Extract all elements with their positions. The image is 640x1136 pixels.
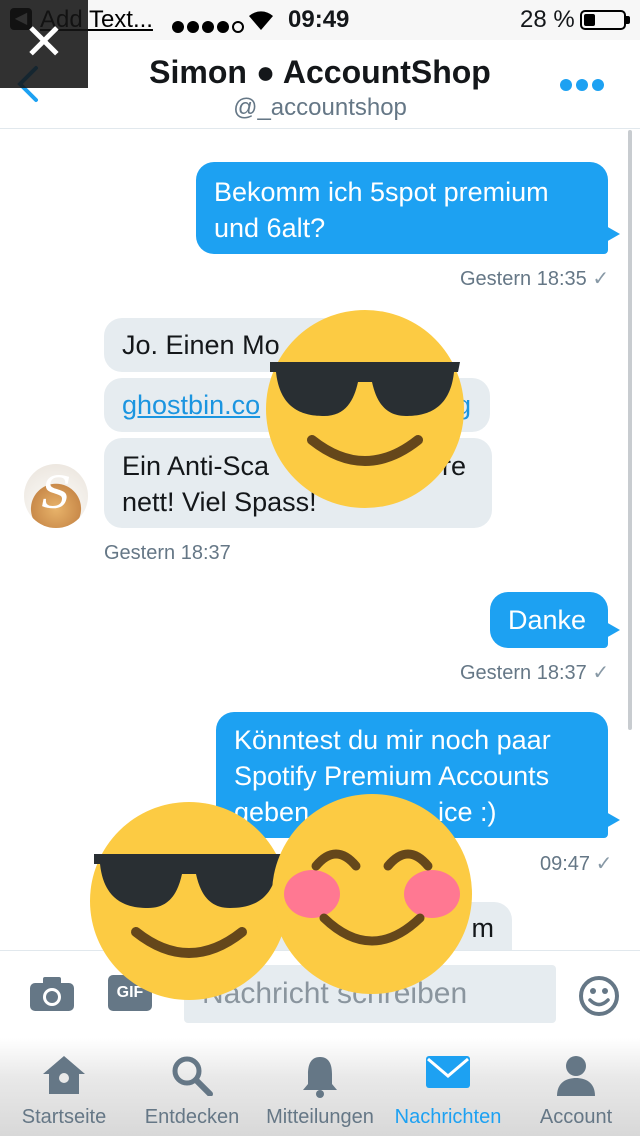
conversation-title: Simon ● AccountShop xyxy=(149,54,491,90)
camera-icon[interactable] xyxy=(30,977,74,1016)
read-check-icon: ✓ xyxy=(592,662,610,684)
scrollbar[interactable] xyxy=(628,130,632,730)
sunglasses-emoji-icon xyxy=(266,310,464,508)
read-check-icon: ✓ xyxy=(592,268,610,290)
message-text: Spotify Premium Accounts xyxy=(234,761,550,791)
status-time: 09:49 xyxy=(288,6,350,33)
message-timestamp: Gestern 18:37 xyxy=(104,542,231,564)
tab-label: Startseite xyxy=(21,1106,107,1128)
wifi-icon xyxy=(246,6,276,39)
message-timestamp: Gestern 18:37 ✓ xyxy=(460,662,610,684)
bell-icon xyxy=(300,1054,340,1103)
message-text: m xyxy=(471,913,495,943)
tab-notifications[interactable]: Mitteilungen xyxy=(256,1038,384,1136)
conversation-handle: @_accountshop xyxy=(233,94,407,121)
read-check-icon: ✓ xyxy=(595,853,613,875)
message-text: Jo. Einen Mo xyxy=(122,330,280,360)
avatar[interactable]: S xyxy=(24,464,88,528)
message-text: Bekomm ich 5spot premium xyxy=(214,177,549,207)
tab-label: Account xyxy=(539,1106,613,1128)
conversation-header: Simon ● AccountShop @_accountshop xyxy=(0,40,640,129)
envelope-icon xyxy=(425,1054,471,1095)
search-icon xyxy=(170,1054,214,1101)
home-icon xyxy=(41,1054,87,1101)
message-text: Danke xyxy=(508,605,587,635)
tab-label: Mitteilungen xyxy=(266,1106,374,1128)
message-text: und 6alt? xyxy=(214,213,326,243)
battery-tip xyxy=(626,16,630,24)
message-bubble-outgoing[interactable]: Bekomm ich 5spot premium und 6alt? xyxy=(196,162,608,254)
emoji-picker-icon[interactable] xyxy=(578,975,620,1022)
sunglasses-emoji-icon xyxy=(90,802,288,1000)
tab-account[interactable]: Account xyxy=(512,1038,640,1136)
person-icon xyxy=(555,1054,597,1103)
message-text: Ein Anti-Sca xyxy=(122,451,270,481)
message-bubble-outgoing[interactable]: Danke xyxy=(490,592,608,648)
battery-icon xyxy=(580,10,626,30)
message-link[interactable]: ghostbin.co xyxy=(122,390,260,420)
tab-home[interactable]: Startseite xyxy=(0,1038,128,1136)
tab-label: Entdecken xyxy=(144,1106,240,1128)
close-icon[interactable]: ✕ xyxy=(0,0,88,88)
tab-bar: Startseite Entdecken Mitteilungen Nachri… xyxy=(0,1038,640,1136)
tab-label: Nachrichten xyxy=(394,1106,502,1128)
message-timestamp: 09:47 ✓ xyxy=(540,853,613,875)
bubble-tail xyxy=(606,226,620,242)
tab-messages[interactable]: Nachrichten xyxy=(384,1038,512,1136)
tab-explore[interactable]: Entdecken xyxy=(128,1038,256,1136)
signal-strength-icon xyxy=(172,12,247,40)
message-timestamp: Gestern 18:35 ✓ xyxy=(460,268,610,290)
bubble-tail xyxy=(606,622,620,638)
message-text: Könntest du mir noch paar xyxy=(234,725,551,755)
bubble-tail xyxy=(606,812,620,828)
more-options-icon[interactable] xyxy=(560,78,608,96)
battery-percentage: 28 % xyxy=(520,6,575,33)
blushing-smile-emoji-icon xyxy=(272,794,472,994)
status-bar: ◀ Add Text... 09:49 28 % xyxy=(0,0,640,40)
